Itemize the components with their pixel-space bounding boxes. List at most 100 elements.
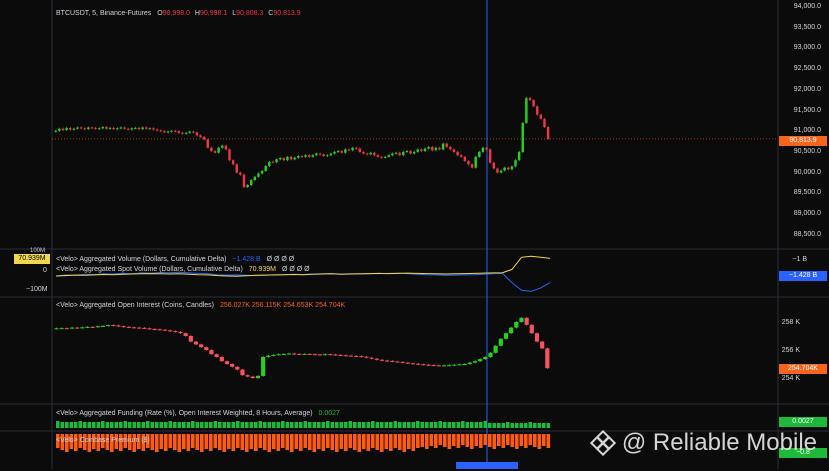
- price-tick: 91,000.0: [793, 127, 821, 135]
- premium-bar: [222, 434, 227, 452]
- oi-tick-254k: 254 K: [781, 375, 800, 382]
- price-candle: [105, 127, 108, 129]
- price-candle: [543, 118, 546, 128]
- premium-bar: [434, 434, 438, 448]
- oi-candle: [545, 348, 550, 369]
- premium-bar: [186, 434, 191, 451]
- funding-bar: [447, 422, 452, 428]
- oi-candle: [462, 364, 467, 365]
- price-candle: [481, 147, 485, 152]
- price-candle: [137, 127, 141, 130]
- price-candle: [79, 127, 83, 129]
- funding-bar: [281, 421, 285, 428]
- oi-candle: [385, 360, 390, 362]
- funding-bar: [429, 422, 434, 428]
- funding-bar: [132, 422, 137, 428]
- oi-candle: [307, 353, 312, 355]
- premium-bar: [497, 434, 501, 446]
- funding-bar: [105, 422, 110, 428]
- premium-bar: [267, 434, 272, 452]
- funding-bar: [303, 421, 308, 428]
- premium-bar: [339, 434, 344, 449]
- price-candle: [83, 128, 86, 130]
- funding-bar: [299, 422, 303, 428]
- premium-bar: [281, 434, 285, 448]
- funding-bar: [474, 422, 479, 428]
- volume-legend-1: <Velo> Aggregated Volume (Dollars, Cumul…: [56, 255, 294, 264]
- premium-bar: [398, 434, 402, 450]
- funding-bar: [155, 422, 159, 428]
- watermark-text: @ Reliable Mobile: [621, 429, 817, 456]
- price-candle: [278, 158, 282, 160]
- oi-candle: [534, 333, 540, 342]
- price-candle: [416, 149, 419, 152]
- price-candle: [304, 155, 307, 157]
- oi-candle: [183, 333, 188, 336]
- funding-bar: [191, 421, 195, 428]
- funding-bar: [96, 422, 101, 428]
- price-candle: [116, 128, 119, 130]
- oi-candle: [235, 366, 240, 370]
- premium-bar: [501, 434, 506, 448]
- price-candle: [362, 151, 365, 154]
- funding-bar: [83, 422, 87, 428]
- funding-bar: [506, 422, 510, 428]
- oi-candle: [95, 326, 100, 328]
- oi-candle: [266, 355, 271, 357]
- funding-bar: [74, 422, 78, 428]
- oi-candle: [483, 357, 488, 360]
- volume-legend-2: <Velo> Aggregated Spot Volume (Dollars, …: [56, 265, 310, 274]
- price-candle: [242, 174, 246, 188]
- funding-bar: [470, 422, 474, 428]
- funding-bar: [479, 422, 483, 428]
- oi-candle: [493, 345, 498, 353]
- volume-placeholders: Ø Ø Ø Ø: [266, 256, 295, 263]
- funding-bar: [110, 422, 114, 428]
- chart-canvas[interactable]: [0, 0, 829, 469]
- premium-bar: [182, 434, 186, 449]
- oi-candle: [478, 359, 483, 362]
- price-tick: 89,500.0: [793, 189, 821, 197]
- funding-bar: [524, 423, 528, 428]
- premium-bar: [389, 434, 393, 451]
- premium-bar: [290, 434, 294, 452]
- price-candle: [58, 128, 61, 131]
- oi-candle: [214, 354, 219, 357]
- premium-bar: [447, 434, 452, 449]
- price-candle: [329, 153, 333, 156]
- time-axis-highlight: [456, 462, 518, 469]
- price-tick: 90,000.0: [793, 168, 821, 176]
- volume-value: −1.428 B: [232, 256, 261, 263]
- price-tick: 91,500.0: [793, 106, 821, 114]
- oi-candle: [281, 353, 286, 355]
- close-value: 90,813.9: [273, 10, 301, 17]
- funding-bar: [164, 422, 168, 428]
- funding-bar: [263, 422, 267, 428]
- oi-candle: [323, 354, 328, 356]
- oi-candle: [147, 328, 152, 330]
- price-candle: [326, 155, 329, 157]
- funding-bar: [200, 422, 204, 428]
- spot-volume-title: <Velo> Aggregated Spot Volume (Dollars, …: [56, 266, 243, 273]
- premium-bar: [461, 434, 465, 445]
- oi-candle: [142, 327, 147, 329]
- price-candle: [445, 143, 448, 147]
- funding-bar: [353, 422, 357, 428]
- price-candle: [231, 160, 235, 165]
- oi-candle: [240, 369, 245, 376]
- premium-bar: [204, 434, 209, 449]
- funding-bar: [222, 422, 227, 428]
- premium-bar: [542, 434, 546, 446]
- oi-candle: [75, 327, 80, 329]
- price-candle: [438, 147, 441, 150]
- price-candle: [336, 151, 340, 153]
- funding-title: <Velo> Aggregated Funding (Rate (%), Ope…: [56, 410, 313, 417]
- low-value: 90,808.3: [236, 10, 264, 17]
- price-candle: [354, 147, 358, 149]
- premium-legend: <Velo> Coinbase Premium ($): [56, 436, 150, 445]
- high-value: 90,998.1: [199, 10, 228, 17]
- premium-bar: [155, 434, 159, 452]
- oi-tick-256k: 256 K: [781, 347, 800, 354]
- trading-chart[interactable]: BTCUSDT, 5, Binance-Futures O90,998.0 H9…: [0, 0, 829, 469]
- premium-bar: [456, 434, 461, 448]
